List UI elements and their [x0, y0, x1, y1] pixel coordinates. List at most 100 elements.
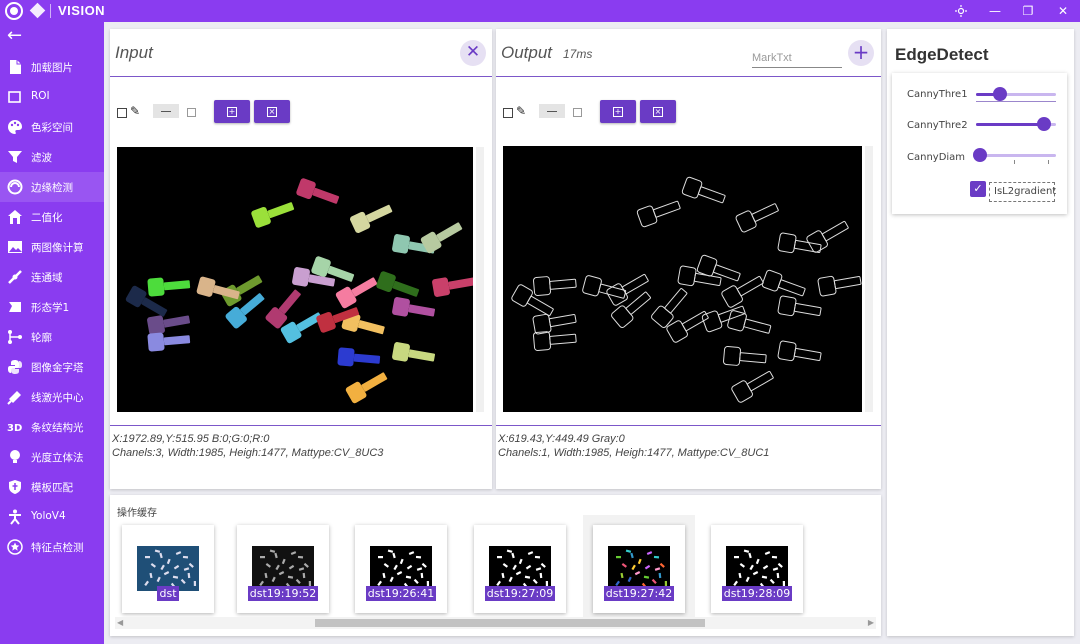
- sidebar-item-7[interactable]: 连通域: [0, 262, 104, 292]
- slider-label: CannyDiam: [907, 152, 966, 163]
- add-roi-button[interactable]: +: [600, 100, 636, 123]
- sidebar-item-label: 光度立体法: [31, 452, 84, 464]
- line-tool-button[interactable]: [153, 104, 179, 118]
- toolbar-checkbox[interactable]: [117, 108, 127, 118]
- scroll-thumb[interactable]: [315, 619, 705, 627]
- sidebar-item-6[interactable]: 两图像计算: [0, 232, 104, 262]
- sidebar-item-label: ROI: [31, 90, 50, 102]
- input-vscroll[interactable]: [476, 147, 484, 412]
- thumbnail-label: dst19:27:09: [484, 586, 556, 601]
- sidebar-item-0[interactable]: 加载图片: [0, 52, 104, 82]
- output-mat-text: Chanels:1, Width:1985, Heigh:1477, Matty…: [498, 447, 770, 459]
- restore-button[interactable]: ❐: [1013, 0, 1043, 22]
- person-icon: [9, 509, 21, 525]
- contour-icon: [8, 330, 22, 344]
- sidebar-item-4[interactable]: 边缘检测: [0, 172, 104, 202]
- line-tool-button[interactable]: [539, 104, 565, 118]
- cache-thumbnail[interactable]: dst19:26:41: [355, 525, 447, 613]
- output-panel-title: Output: [501, 43, 553, 62]
- sidebar-item-label: 线激光中心: [31, 392, 84, 404]
- sidebar-item-9[interactable]: 轮廓: [0, 322, 104, 352]
- sidebar-item-12[interactable]: 3D 条纹结构光: [0, 412, 104, 442]
- sidebar-item-label: 轮廓: [31, 332, 52, 344]
- close-input-button[interactable]: ✕: [460, 40, 486, 66]
- sidebar-item-8[interactable]: 形态学1: [0, 292, 104, 322]
- slider-label: CannyThre1: [907, 89, 968, 100]
- cannythre2-slider[interactable]: [976, 117, 1056, 131]
- sidebar-item-16[interactable]: 特征点检测: [0, 532, 104, 562]
- sidebar-item-label: 二值化: [31, 212, 63, 224]
- input-panel: Input ✕ ✎ + × X:1972.89,Y:515.95 B:0;G:0…: [110, 29, 492, 489]
- star-icon: [7, 539, 23, 555]
- thumbnail-label: dst: [157, 586, 179, 601]
- sidebar-item-label: 色彩空间: [31, 122, 73, 134]
- marktxt-input[interactable]: MarkTxt: [752, 50, 842, 68]
- cache-title: 操作缓存: [117, 508, 157, 519]
- image-icon: [8, 241, 22, 253]
- input-panel-header: Input ✕: [110, 29, 492, 77]
- sidebar-item-label: 特征点检测: [31, 542, 84, 554]
- slider-label: CannyThre2: [907, 120, 968, 131]
- sidebar-item-label: YoloV4: [31, 510, 66, 522]
- params-panel: EdgeDetect CannyThre1 CannyThre2 CannyDi…: [887, 29, 1074, 636]
- sidebar-item-15[interactable]: YoloV4: [0, 502, 104, 532]
- sidebar-item-label: 连通域: [31, 272, 63, 284]
- sun-icon[interactable]: [946, 0, 976, 22]
- rect-tool-icon[interactable]: [187, 108, 196, 117]
- brush-icon[interactable]: ✎: [516, 104, 526, 118]
- cannythre1-slider[interactable]: [976, 87, 1056, 102]
- sidebar-item-3[interactable]: 滤波: [0, 142, 104, 172]
- connect-icon: [8, 270, 22, 284]
- output-image-canvas[interactable]: [503, 146, 862, 412]
- cache-thumbnail[interactable]: dst: [122, 525, 214, 613]
- 3d-icon: 3D: [7, 423, 22, 434]
- thumbnail-label: dst19:19:52: [247, 586, 319, 601]
- cache-panel: 操作缓存 dst dst19:19:52 dst19:26:41 dst19:27:0…: [110, 495, 881, 636]
- thumbnail-label: dst19:28:09: [721, 586, 793, 601]
- sidebar-item-1[interactable]: ROI: [0, 82, 104, 112]
- rect-tool-icon[interactable]: [573, 108, 582, 117]
- sidebar-item-2[interactable]: 色彩空间: [0, 112, 104, 142]
- sidebar-item-13[interactable]: 光度立体法: [0, 442, 104, 472]
- square-icon: [8, 91, 21, 103]
- file-icon: [10, 60, 21, 74]
- output-vscroll[interactable]: [865, 146, 873, 412]
- sidebar-item-label: 模板匹配: [31, 482, 73, 494]
- params-card: CannyThre1 CannyThre2 CannyDiam ✓ IsL2gr…: [892, 73, 1067, 214]
- sidebar-item-5[interactable]: 二值化: [0, 202, 104, 232]
- input-info: X:1972.89,Y:515.95 B:0;G:0;R:0 Chanels:3…: [110, 425, 492, 489]
- sidebar-item-label: 边缘检测: [31, 182, 73, 194]
- cache-hscroll[interactable]: ◀ ▶: [115, 617, 876, 629]
- thumbnail-label: dst19:27:42: [603, 586, 675, 601]
- app-title: VISION: [58, 3, 106, 18]
- params-title: EdgeDetect: [895, 45, 989, 64]
- sidebar-item-14[interactable]: 模板匹配: [0, 472, 104, 502]
- clear-roi-button[interactable]: ×: [640, 100, 676, 123]
- input-image-canvas[interactable]: [117, 147, 473, 412]
- arrow-left-icon[interactable]: ←: [7, 27, 22, 45]
- sidebar-item-label: 加载图片: [31, 62, 73, 74]
- minimize-button[interactable]: —: [980, 0, 1010, 22]
- clear-roi-button[interactable]: ×: [254, 100, 290, 123]
- close-window-button[interactable]: ✕: [1048, 0, 1078, 22]
- thumbnail-label: dst19:26:41: [365, 586, 437, 601]
- isl2gradient-checkbox[interactable]: ✓: [970, 181, 986, 197]
- title-separator: [50, 4, 51, 18]
- add-roi-button[interactable]: +: [214, 100, 250, 123]
- isl2gradient-label[interactable]: IsL2gradient: [989, 182, 1056, 202]
- palette-icon: [8, 120, 22, 134]
- cache-thumbnail[interactable]: dst19:19:52: [237, 525, 329, 613]
- cannydiam-slider[interactable]: [973, 148, 1056, 164]
- brush-icon[interactable]: ✎: [130, 104, 140, 118]
- sidebar-item-label: 图像金字塔: [31, 362, 84, 374]
- diamond-icon: [29, 2, 46, 19]
- sidebar-item-11[interactable]: 线激光中心: [0, 382, 104, 412]
- sidebar-item-label: 滤波: [31, 152, 52, 164]
- cache-thumbnail[interactable]: dst19:27:42: [593, 525, 685, 613]
- add-output-button[interactable]: +: [848, 40, 874, 66]
- sidebar-item-label: 形态学1: [31, 302, 70, 314]
- sidebar-item-10[interactable]: 图像金字塔: [0, 352, 104, 382]
- cache-thumbnail[interactable]: dst19:27:09: [474, 525, 566, 613]
- toolbar-checkbox[interactable]: [503, 108, 513, 118]
- cache-thumbnail[interactable]: dst19:28:09: [711, 525, 803, 613]
